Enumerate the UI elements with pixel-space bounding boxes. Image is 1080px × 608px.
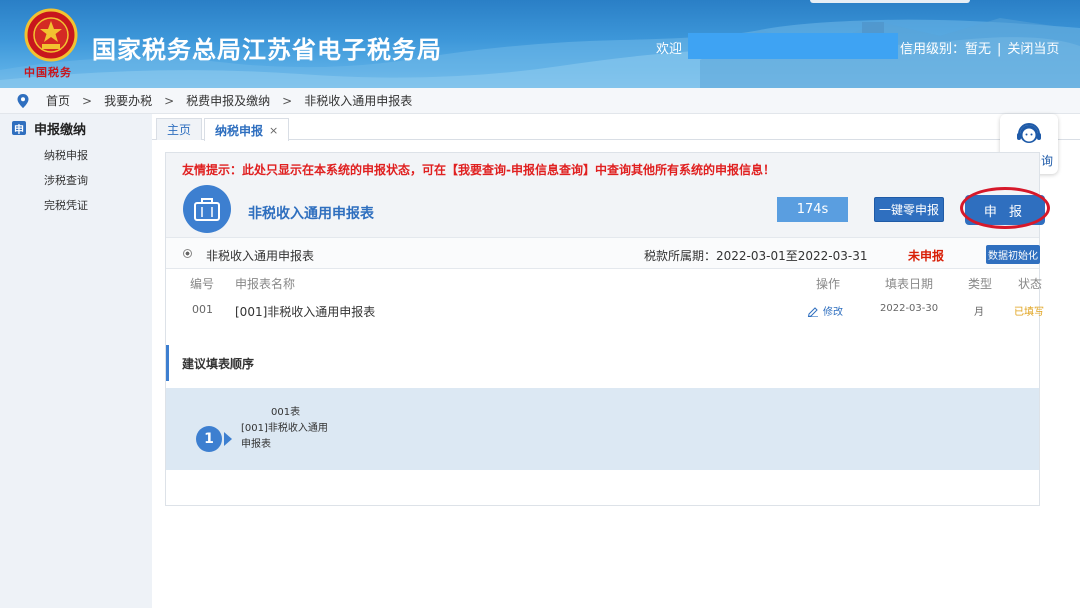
summary-form-name: 非税收入通用申报表	[206, 249, 315, 263]
credit-level: 信用级别：暂无	[900, 42, 992, 57]
panel-header: 友情提示：此处只显示在本系统的申报状态，可在【我要查询-申报信息查询】中查询其他…	[166, 153, 1050, 237]
tab-home[interactable]: 主页	[156, 118, 203, 140]
location-pin-icon	[17, 93, 29, 108]
col-header-op: 操作	[816, 277, 841, 291]
breadcrumb-separator: >	[82, 93, 93, 108]
step-line-1: 001表	[271, 407, 301, 418]
countdown-timer: 174s	[777, 197, 848, 222]
edit-link[interactable]: 修改	[807, 303, 843, 318]
breadcrumb-current: 非税收入通用申报表	[304, 94, 413, 108]
table-header: 编号 申报表名称 操作 填表日期 类型 状态	[166, 275, 1043, 295]
step-line-2: [001]非税收入通用	[241, 423, 328, 434]
col-header-type: 类型	[968, 277, 993, 291]
sidebar-section-label: 申报缴纳	[34, 122, 87, 138]
breadcrumb-tax-affairs[interactable]: 我要办税	[104, 92, 152, 109]
row-fill-date: 2022-03-30	[880, 303, 939, 314]
step-description[interactable]: 001表 [001]非税收入通用 申报表	[241, 405, 328, 453]
step-number[interactable]: 1	[196, 426, 222, 452]
tab-bar: 主页 纳税申报 ×	[152, 114, 1080, 141]
tax-period: 税款所属期：2022-03-01至2022-03-31	[644, 249, 868, 263]
sidebar-item-tax-certificate[interactable]: 完税凭证	[0, 192, 152, 217]
sidebar-item-tax-query[interactable]: 涉税查询	[0, 167, 152, 192]
declaration-panel: 友情提示：此处只显示在本系统的申报状态，可在【我要查询-申报信息查询】中查询其他…	[165, 152, 1050, 506]
close-page-link[interactable]: 关闭当页	[1007, 42, 1059, 57]
breadcrumb-separator: >	[164, 93, 175, 108]
declaration-summary: 非税收入通用申报表 税款所属期：2022-03-01至2022-03-31 未申…	[166, 237, 1040, 269]
username-redacted	[688, 33, 898, 59]
row-status: 已填写	[1014, 307, 1044, 318]
col-header-date: 填表日期	[885, 277, 934, 291]
tab-label: 纳税申报	[215, 123, 264, 138]
tab-label: 主页	[167, 123, 192, 137]
customer-service-icon	[1017, 123, 1041, 143]
col-header-no: 编号	[190, 277, 215, 291]
row-form-name: [001]非税收入通用申报表	[235, 305, 376, 319]
row-type: 月	[974, 307, 984, 318]
breadcrumb-separator: >	[282, 93, 293, 108]
breadcrumb-declaration[interactable]: 税费申报及缴纳	[186, 92, 270, 109]
form-icon-circle	[183, 185, 231, 233]
step-line-3: 申报表	[241, 439, 271, 450]
friendly-notice: 友情提示：此处只显示在本系统的申报状态，可在【我要查询-申报信息查询】中查询其他…	[182, 163, 775, 177]
data-init-button[interactable]: 数据初始化	[986, 245, 1040, 264]
form-title: 非税收入通用申报表	[248, 206, 374, 222]
fill-order-title: 建议填表顺序	[166, 345, 1039, 381]
row-no: 001	[192, 303, 213, 316]
table-row: 001 [001]非税收入通用申报表 修改 2022-03-30 月 已填写	[166, 303, 1044, 323]
welcome-label: 欢迎	[656, 42, 683, 57]
sidebar: 申 申报缴纳 纳税申报 涉税查询 完税凭证	[0, 114, 152, 608]
header-user-links: 信用级别：暂无 | 关闭当页	[900, 38, 1059, 57]
national-emblem-icon	[24, 8, 78, 62]
edit-pencil-icon	[807, 307, 818, 318]
header-separator: |	[997, 42, 1002, 57]
site-title: 国家税务总局江苏省电子税务局	[92, 36, 442, 64]
emblem-caption: 中国税务	[24, 66, 72, 79]
fill-order-area: 1 001表 [001]非税收入通用 申报表	[166, 388, 1039, 470]
site-header: 中国税务 国家税务总局江苏省电子税务局 欢迎 信用级别：暂无 | 关闭当页	[0, 0, 1080, 88]
edit-label: 修改	[823, 307, 843, 318]
sidebar-section-declaration[interactable]: 申 申报缴纳	[0, 114, 152, 142]
submit-declaration-button[interactable]: 申 报	[965, 195, 1045, 225]
summary-radio[interactable]	[183, 249, 192, 258]
status-badge: 未申报	[908, 249, 945, 263]
breadcrumb: 首页 > 我要办税 > 税费申报及缴纳 > 非税收入通用申报表	[0, 88, 1080, 114]
zero-declaration-button[interactable]: 一键零申报	[874, 197, 944, 222]
breadcrumb-home[interactable]: 首页	[46, 92, 70, 109]
step-arrow-icon	[224, 432, 232, 446]
sidebar-item-tax-declaration[interactable]: 纳税申报	[0, 142, 152, 167]
col-header-status: 状态	[1018, 277, 1043, 291]
top-strip	[810, 0, 970, 3]
col-header-name: 申报表名称	[235, 277, 296, 291]
tab-tax-declaration[interactable]: 纳税申报 ×	[204, 118, 290, 141]
declaration-icon: 申	[12, 121, 26, 136]
briefcase-icon	[194, 198, 220, 221]
tab-close-icon[interactable]: ×	[269, 124, 278, 137]
